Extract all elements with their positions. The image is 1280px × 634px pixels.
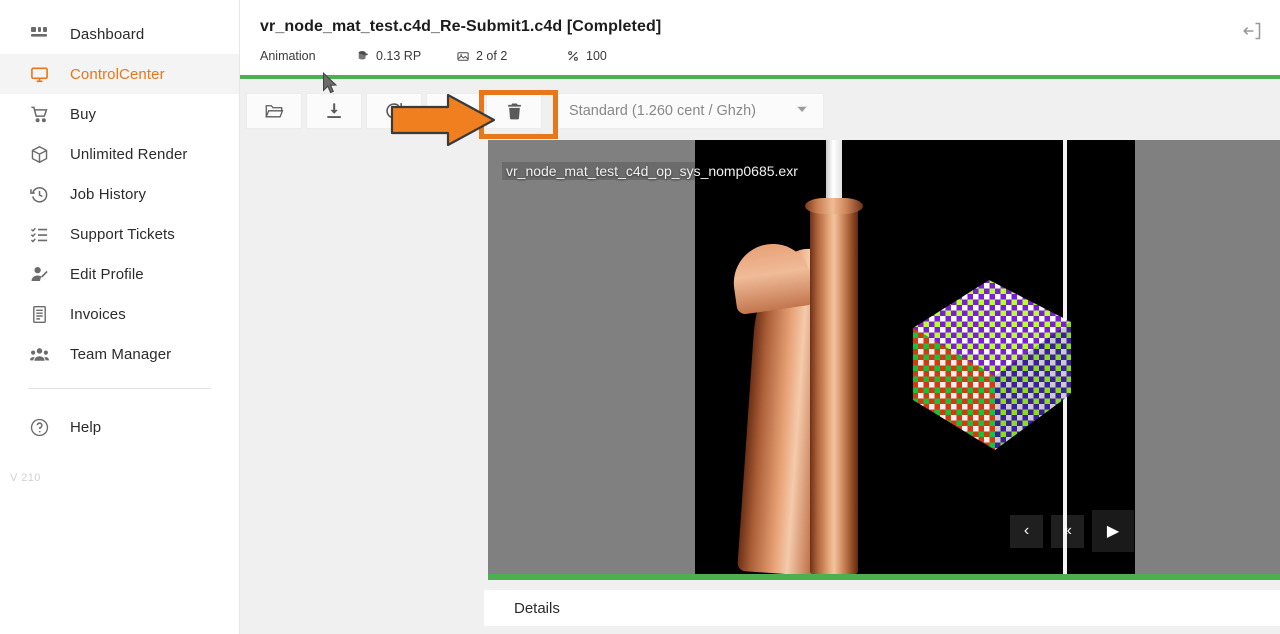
invoice-icon — [28, 303, 50, 325]
version-label: V 210 — [10, 472, 41, 484]
rate-select[interactable]: Standard (1.260 cent / Ghzh) — [552, 93, 824, 129]
render-points-chip: 0.13 RP — [356, 49, 456, 63]
image-viewer[interactable]: ‹ « ▶ » › vr_node_mat_test_c4d_op_sys_no… — [488, 140, 1280, 580]
sidebar-item-label: ControlCenter — [70, 65, 165, 83]
checklist-icon — [28, 223, 50, 245]
playback-controls: ‹ « ▶ » › — [1010, 510, 1135, 552]
images-icon — [456, 49, 470, 63]
sidebar-item-job-history[interactable]: Job History — [0, 174, 239, 214]
monitor-icon — [28, 63, 50, 85]
sidebar-item-label: Dashboard — [70, 25, 145, 43]
job-toolbar: Standard (1.260 cent / Ghzh) — [240, 83, 1280, 139]
render-rod — [810, 204, 858, 574]
sidebar-item-controlcenter[interactable]: ControlCenter — [0, 54, 239, 94]
percent-icon — [566, 49, 580, 63]
sidebar-item-label: Edit Profile — [70, 265, 144, 283]
details-label: Details — [514, 599, 560, 617]
image-count-chip: 2 of 2 — [456, 49, 566, 63]
step-back-button[interactable]: ‹ — [1010, 514, 1043, 548]
play-button[interactable]: ▶ — [1092, 510, 1134, 552]
fast-rewind-button[interactable]: « — [1051, 514, 1084, 548]
job-header: vr_node_mat_test.c4d_Re-Submit1.c4d [Com… — [240, 0, 1280, 79]
main-content: vr_node_mat_test.c4d_Re-Submit1.c4d [Com… — [240, 0, 1280, 634]
render-points-value: 0.13 RP — [376, 49, 422, 63]
sidebar-item-help[interactable]: Help — [0, 407, 239, 447]
sidebar-item-team-manager[interactable]: Team Manager — [0, 334, 239, 374]
sidebar-item-label: Unlimited Render — [70, 145, 188, 163]
sidebar-item-label: Team Manager — [70, 345, 172, 363]
dashboard-icon — [28, 23, 50, 45]
rate-select-value: Standard (1.260 cent / Ghzh) — [569, 103, 756, 119]
sidebar-item-support-tickets[interactable]: Support Tickets — [0, 214, 239, 254]
sidebar-item-label: Job History — [70, 185, 147, 203]
delete-button[interactable] — [486, 93, 542, 129]
page-title: vr_node_mat_test.c4d_Re-Submit1.c4d [Com… — [260, 18, 662, 35]
job-meta: Animation 0.13 RP 2 of 2 100 — [260, 49, 607, 63]
render-cube — [913, 280, 1071, 450]
history-icon — [28, 183, 50, 205]
box-icon — [28, 143, 50, 165]
details-accordion[interactable]: Details — [484, 590, 1280, 626]
render-image: ‹ « ▶ » › — [695, 140, 1135, 574]
swap-button[interactable] — [426, 93, 482, 129]
sidebar-item-label: Invoices — [70, 305, 126, 323]
progress-chip: 100 — [566, 49, 607, 63]
open-folder-button[interactable] — [246, 93, 302, 129]
render-file-name: vr_node_mat_test_c4d_op_sys_nomp0685.exr — [502, 162, 802, 180]
sidebar-item-label: Help — [70, 418, 102, 436]
sidebar-item-label: Buy — [70, 105, 97, 123]
chevron-down-icon — [795, 102, 809, 121]
sidebar-item-edit-profile[interactable]: Edit Profile — [0, 254, 239, 294]
sidebar-item-unlimited-render[interactable]: Unlimited Render — [0, 134, 239, 174]
image-count-value: 2 of 2 — [476, 49, 508, 63]
restart-button[interactable] — [366, 93, 422, 129]
team-icon — [28, 343, 50, 365]
cart-icon — [28, 103, 50, 125]
sidebar-item-buy[interactable]: Buy — [0, 94, 239, 134]
sidebar-item-invoices[interactable]: Invoices — [0, 294, 239, 334]
job-type-label: Animation — [260, 49, 316, 63]
sidebar-item-dashboard[interactable]: Dashboard — [0, 14, 239, 54]
help-circle-icon — [28, 416, 50, 438]
control-center-page: Dashboard ControlCenter Buy Unlimited Re… — [0, 0, 1280, 634]
collapse-panel-icon[interactable] — [1238, 17, 1266, 45]
coins-icon — [356, 49, 370, 63]
sidebar: Dashboard ControlCenter Buy Unlimited Re… — [0, 0, 240, 634]
progress-value: 100 — [586, 49, 607, 63]
render-rod-collar — [805, 198, 863, 214]
sidebar-item-label: Support Tickets — [70, 225, 175, 243]
user-edit-icon — [28, 263, 50, 285]
download-button[interactable] — [306, 93, 362, 129]
